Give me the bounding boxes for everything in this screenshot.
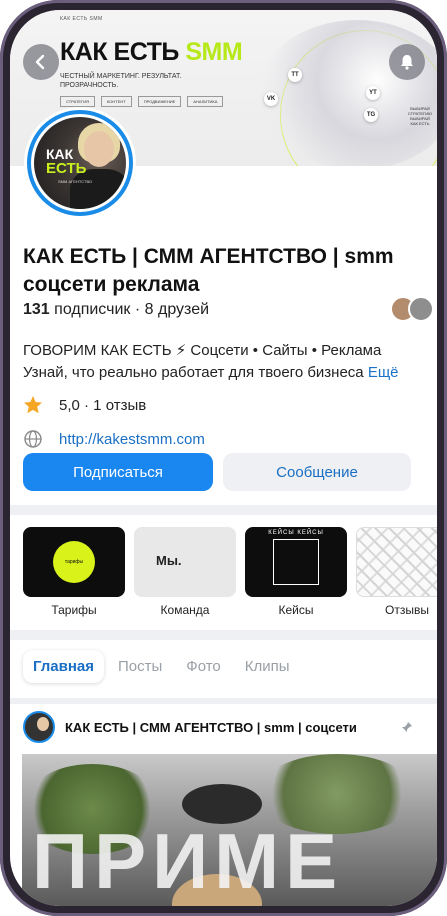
- avatar-text-line2: ЕСТЬ: [46, 160, 87, 177]
- cover-tagline: ЧЕСТНЫЙ МАРКЕТИНГ. РЕЗУЛЬТАТ. ПРОЗРАЧНОС…: [60, 73, 182, 89]
- message-button[interactable]: Сообщение: [223, 453, 411, 491]
- profile-rating[interactable]: 5,0 · 1 отзыв: [23, 395, 146, 415]
- section-divider: [10, 505, 437, 515]
- cover-glass-decoration: [257, 20, 437, 166]
- tiktok-icon: TT: [288, 68, 302, 82]
- story-ring: КАК ЕСТЬ SMM АГЕНТСТВО: [27, 110, 133, 216]
- subscriber-count: 131: [23, 301, 50, 318]
- cover-chips: СТРАТЕГИЯ КОНТЕНТ ПРОДВИЖЕНИЕ АНАЛИТИКА: [60, 96, 224, 107]
- highlight-label: Отзывы: [385, 603, 429, 617]
- friend-avatar: [408, 296, 434, 322]
- section-divider: [10, 630, 437, 640]
- globe-icon: [24, 430, 42, 448]
- post-author-avatar[interactable]: [23, 711, 55, 743]
- profile-bio: ГОВОРИМ КАК ЕСТЬ ⚡ Соцсети • Сайты • Рек…: [23, 340, 437, 384]
- highlight-cases[interactable]: КЕЙСЫ КЕЙСЫ Кейсы: [245, 527, 347, 617]
- profile-website[interactable]: http://kakestsmm.com: [23, 429, 205, 449]
- website-link[interactable]: http://kakestsmm.com: [59, 431, 205, 448]
- highlight-tile-text: тарифы: [53, 541, 95, 583]
- tab-main[interactable]: Главная: [23, 650, 105, 683]
- tab-posts[interactable]: Посты: [108, 650, 172, 683]
- highlight-tile-text: КЕЙСЫ КЕЙСЫ: [268, 530, 324, 536]
- subscriber-label: подписчик: [54, 301, 131, 318]
- cover-brand-accent: SMM: [185, 38, 243, 66]
- highlight-label: Тарифы: [51, 603, 97, 617]
- cover-brand-small: КАК ЕСТЬ SMM: [60, 16, 103, 22]
- telegram-icon: TG: [364, 108, 378, 122]
- tab-photos[interactable]: Фото: [176, 650, 230, 683]
- chevron-left-icon: [35, 54, 45, 70]
- highlight-cover: КЕЙСЫ КЕЙСЫ: [245, 527, 347, 597]
- pin-icon: [402, 722, 412, 732]
- rating-text: 5,0 · 1 отзыв: [59, 396, 147, 414]
- screen: КАК ЕСТЬ SMM КАК ЕСТЬ SMM ЧЕСТНЫЙ МАРКЕТ…: [10, 10, 437, 906]
- profile-name: КАК ЕСТЬ | СММ АГЕНТСТВО | smm соцсети р…: [23, 245, 394, 296]
- highlight-cover: [356, 527, 437, 597]
- highlight-cover: Мы.: [134, 527, 236, 597]
- cover-brand: КАК ЕСТЬ SMM: [60, 38, 243, 67]
- highlight-label: Кейсы: [278, 603, 314, 617]
- highlight-label: Команда: [160, 603, 210, 617]
- bio-line-1: ГОВОРИМ КАК ЕСТЬ ⚡ Соцсети • Сайты • Рек…: [23, 342, 382, 359]
- highlight-cover: тарифы: [23, 527, 125, 597]
- cover-side-text: ВЫБИРАЙ СТРАТЕГИЮ ВЫБИРАЙ КАК ЕСТЬ: [407, 106, 433, 126]
- friends-count: · 8 друзей: [134, 301, 210, 318]
- youtube-icon: YT: [366, 86, 380, 100]
- profile-avatar[interactable]: КАК ЕСТЬ SMM АГЕНТСТВО: [24, 107, 136, 219]
- post-header[interactable]: КАК ЕСТЬ | СММ АГЕНТСТВО | smm | соцсети: [23, 710, 437, 744]
- avatar-text-line3: SMM АГЕНТСТВО: [58, 179, 93, 184]
- post-image[interactable]: ПРИМЕ: [22, 754, 437, 906]
- post-author-name[interactable]: КАК ЕСТЬ | СММ АГЕНТСТВО | smm | соцсети: [65, 720, 397, 735]
- cover-chip: СТРАТЕГИЯ: [60, 96, 95, 107]
- star-icon: [24, 396, 42, 414]
- bio-line-2: Узнай, что реально работает для твоего б…: [23, 364, 364, 381]
- cover-chip: ПРОДВИЖЕНИЕ: [137, 96, 182, 107]
- profile-tabs: Главная Посты Фото Клипы: [23, 650, 304, 683]
- vk-icon: VK: [264, 92, 278, 106]
- phone-frame: КАК ЕСТЬ SMM КАК ЕСТЬ SMM ЧЕСТНЫЙ МАРКЕТ…: [0, 0, 447, 916]
- tab-clips[interactable]: Клипы: [235, 650, 300, 683]
- post-image-text: ПРИМЕ: [32, 817, 344, 905]
- highlights-row: тарифы Тарифы Мы. Команда КЕЙСЫ КЕЙСЫ Ке…: [23, 527, 437, 617]
- bio-more-link[interactable]: Ещё: [368, 364, 399, 381]
- section-divider: [10, 698, 437, 704]
- avatar: КАК ЕСТЬ SMM АГЕНТСТВО: [34, 117, 126, 209]
- cover-brand-main: КАК ЕСТЬ: [60, 38, 179, 66]
- highlight-reviews[interactable]: Отзывы: [356, 527, 437, 617]
- notifications-button[interactable]: [389, 44, 425, 80]
- back-button[interactable]: [23, 44, 59, 80]
- subscribe-button[interactable]: Подписаться: [23, 453, 213, 491]
- highlight-team[interactable]: Мы. Команда: [134, 527, 236, 617]
- cover-chip: АНАЛИТИКА: [187, 96, 224, 107]
- avatar-text-line1: КАК: [46, 146, 74, 162]
- highlight-tariffs[interactable]: тарифы Тарифы: [23, 527, 125, 617]
- profile-stats[interactable]: 131 подписчик · 8 друзей: [23, 301, 209, 319]
- highlight-tile-text: Мы.: [156, 553, 182, 568]
- bell-icon: [401, 55, 413, 70]
- friends-avatars[interactable]: [390, 296, 437, 322]
- cover-chip: КОНТЕНТ: [101, 96, 132, 107]
